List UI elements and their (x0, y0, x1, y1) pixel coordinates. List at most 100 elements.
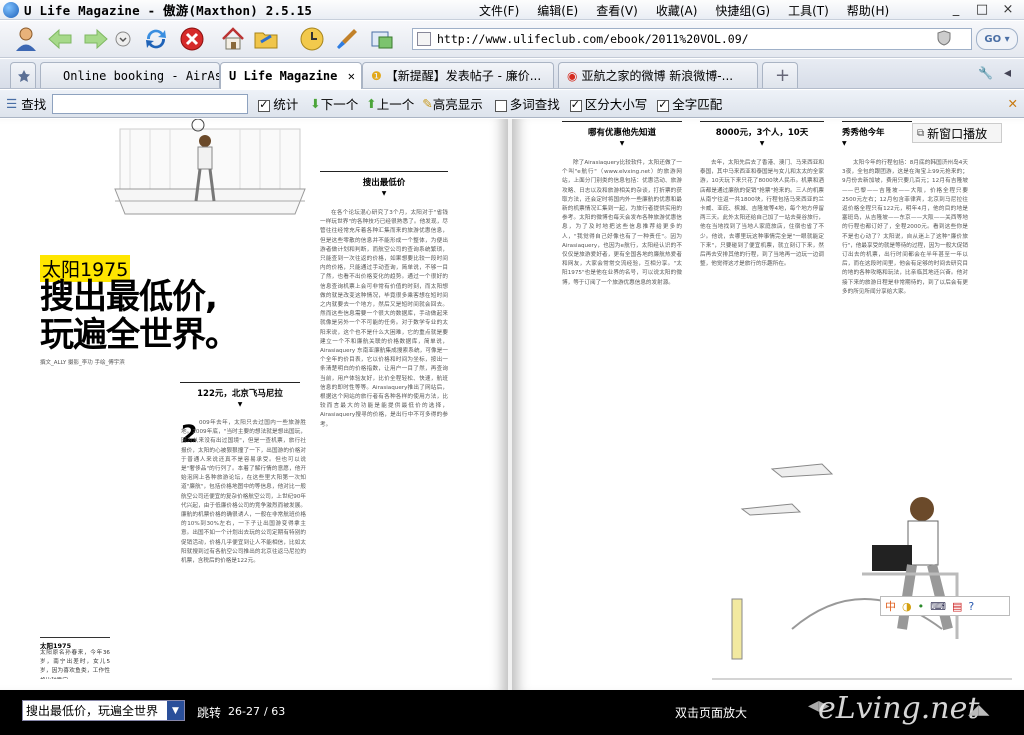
close-window-button[interactable]: × (996, 1, 1020, 18)
refresh-icon[interactable] (142, 25, 170, 53)
match-case-label: 区分大小写 (584, 97, 648, 112)
moon-icon[interactable]: ◑ (902, 600, 912, 613)
wrench-icon[interactable]: 🔧 (978, 66, 993, 80)
right-page[interactable]: 哪有优惠他先知道 8000元，3个人，10天 秀秀他今年 ⧉ 新窗口播放 除了A… (512, 119, 1024, 690)
security-shield-icon[interactable] (937, 29, 951, 49)
tab-new-post[interactable]: ❶ 【新提醒】发表帖子 - 廉价... (362, 62, 554, 88)
magazine-viewer[interactable]: 太阳1975 搜出最低价, 玩遍全世界。 撰文_ALLY 摄影_李功 手绘_傅宇… (0, 119, 1024, 690)
menu-file[interactable]: 文件(F) (470, 2, 528, 19)
popout-label: 新窗口播放 (927, 126, 988, 141)
article-credits: 撰文_ALLY 摄影_李功 手绘_傅宇滨 (40, 360, 125, 366)
find-bar: ☰ 查找 统计 ⬇ 下一个 ⬆ 上一个 ✎ 高亮显示 多词查找 区分大小写 全字… (0, 90, 1024, 118)
menu-view[interactable]: 查看(V) (587, 2, 647, 19)
tab-new-post-label: 【新提醒】发表帖子 - 廉价... (385, 69, 542, 83)
forum-icon: ❶ (371, 68, 382, 83)
tab-ulife-label: U Life Magazine (229, 69, 338, 83)
highlight-button[interactable]: 高亮显示 (433, 94, 483, 113)
favorites-folder-icon[interactable] (252, 25, 280, 53)
home-icon[interactable] (219, 25, 247, 53)
title-bar: U Life Magazine - 傲游(Maxthon) 2.5.15 文件(… (0, 0, 1024, 20)
fullscreen-icon[interactable]: ◢◣ (968, 702, 990, 718)
left-column-text: 009年去年，太阳只去过国内一些旅游胜地。2009年底，"当时主要的想法就是想出… (181, 420, 306, 565)
new-tab-button[interactable]: + (762, 62, 798, 88)
screenshot-icon[interactable] (368, 25, 396, 53)
multi-word-label: 多词查找 (509, 97, 560, 112)
favorites-star-icon[interactable] (10, 62, 36, 88)
left-page[interactable]: 太阳1975 搜出最低价, 玩遍全世界。 撰文_ALLY 摄影_李功 手绘_傅宇… (0, 119, 508, 690)
find-prev-button[interactable]: 上一个 (377, 94, 415, 113)
jump-button[interactable]: 跳转 (197, 704, 221, 721)
popout-button[interactable]: ⧉ 新窗口播放 (912, 123, 1002, 143)
tab-airasia[interactable]: Online booking - AirAsia (40, 62, 220, 88)
menu-groups[interactable]: 快捷组(G) (706, 2, 779, 19)
window-title: U Life Magazine - 傲游(Maxthon) 2.5.15 (24, 3, 313, 18)
url-text[interactable]: http://www.ulifeclub.com/ebook/2011%20VO… (437, 32, 749, 46)
history-dropdown-icon[interactable] (113, 25, 133, 53)
multi-word-check-icon[interactable] (494, 99, 507, 112)
menu-icon[interactable]: ▤ (952, 600, 962, 613)
zoom-hint: 双击页面放大 (675, 706, 748, 720)
maxthon-logo-icon (3, 1, 19, 18)
help-icon[interactable]: ? (968, 600, 974, 613)
whole-word-checkbox[interactable]: 全字匹配 (657, 94, 722, 113)
find-prev-icon[interactable]: ⬆ (366, 96, 376, 111)
reader-bottom-bar: 搜出最低价，玩遍全世界 ▼ 跳转 26-27 / 63 双击页面放大 ◀▶ eL… (0, 690, 1024, 735)
right-column-3-text: 太阳今年的行程包括：8月底的韩国济州岛4天3夜，全包的跟团游，这是在淘宝上99元… (842, 160, 968, 295)
forward-arrow-icon[interactable] (82, 25, 110, 53)
count-checkbox[interactable]: 统计 (258, 94, 298, 113)
middle-column-text: 在各个论坛混心研究了3个月，太阳对于"省钱一样玩世界"的各种技巧已经很熟悉了。他… (320, 210, 448, 428)
sidebar-text: 太阳原名孙春来，今年36岁，南宁出差时，女儿5岁，因为喜欢鱼类，工作性格比较稳定… (40, 650, 110, 679)
match-case-check-icon[interactable] (569, 98, 582, 112)
right-column-1-text: 除了Airasiaquery比较软件，太阳还做了一个叫"e航行"（www.elv… (562, 160, 682, 286)
find-next-button[interactable]: 下一个 (321, 94, 359, 113)
maximize-button[interactable]: □ (970, 1, 994, 18)
find-label: 查找 (21, 97, 47, 112)
reader-tools-panel[interactable]: 中 ◑ • ⌨ ▤ ? (880, 596, 1010, 616)
minimize-button[interactable]: _ (944, 1, 968, 18)
menu-help[interactable]: 帮助(H) (838, 2, 898, 19)
close-find-bar-icon[interactable]: ✕ (1008, 96, 1018, 111)
count-label: 统计 (273, 97, 299, 112)
popout-icon: ⧉ (917, 127, 925, 139)
headline-line-2: 玩遍全世界。 (40, 315, 239, 355)
brush-icon[interactable] (333, 25, 361, 53)
section-header-lowest-price: 搜出最低价 (320, 171, 448, 197)
count-check-icon[interactable] (258, 98, 271, 112)
tab-ulife-magazine[interactable]: U Life Magazine ✕ (220, 62, 362, 89)
keyboard-icon[interactable]: ⌨ (930, 600, 946, 613)
section-header-show: 秀秀他今年 (842, 121, 912, 147)
close-tab-icon[interactable]: ✕ (348, 69, 355, 83)
address-bar[interactable]: http://www.ulifeclub.com/ebook/2011%20VO… (412, 28, 972, 50)
input-method-icon[interactable]: 中 (885, 598, 896, 614)
stop-icon[interactable] (178, 25, 206, 53)
section-header-8000: 8000元，3个人，10天 (700, 121, 824, 147)
clock-icon[interactable] (298, 25, 326, 53)
find-next-icon[interactable]: ⬇ (310, 96, 320, 111)
tab-menu-icon[interactable]: ◂ (1004, 65, 1011, 81)
menu-tools[interactable]: 工具(T) (779, 2, 838, 19)
right-column-2-text: 去年，太阳先后去了香港、澳门、马来西亚和泰国，其中马来西亚和泰国是与女儿和太太的… (700, 160, 824, 268)
whole-word-check-icon[interactable] (657, 98, 670, 112)
menu-edit[interactable]: 编辑(E) (528, 2, 587, 19)
tennis-illustration (114, 119, 306, 215)
find-input[interactable] (52, 93, 249, 114)
whole-word-label: 全字匹配 (672, 97, 723, 112)
tab-weibo[interactable]: ◉ 亚航之家的微博 新浪微博-... (558, 62, 758, 88)
match-case-checkbox[interactable]: 区分大小写 (569, 94, 648, 113)
menu-bar: 文件(F) 编辑(E) 查看(V) 收藏(A) 快捷组(G) 工具(T) 帮助(… (470, 2, 898, 19)
multi-word-checkbox[interactable]: 多词查找 (494, 94, 560, 113)
section-header-discount: 哪有优惠他先知道 (562, 121, 682, 147)
back-arrow-icon[interactable] (46, 25, 74, 53)
page-icon (417, 32, 431, 46)
highlight-icon[interactable]: ✎ (422, 96, 432, 111)
go-button[interactable]: GO ▾ (976, 28, 1018, 50)
chapter-select[interactable]: 搜出最低价，玩遍全世界 ▼ (22, 700, 185, 721)
page-current: 26-27 (228, 705, 260, 718)
traveler-illustration (712, 463, 1012, 680)
page-total: / 63 (264, 705, 286, 718)
user-icon[interactable] (12, 25, 40, 53)
menu-favorites[interactable]: 收藏(A) (647, 2, 707, 19)
punctuation-icon[interactable]: • (918, 600, 925, 613)
chevron-down-icon[interactable]: ▼ (167, 701, 184, 720)
go-label: GO (984, 33, 1002, 45)
